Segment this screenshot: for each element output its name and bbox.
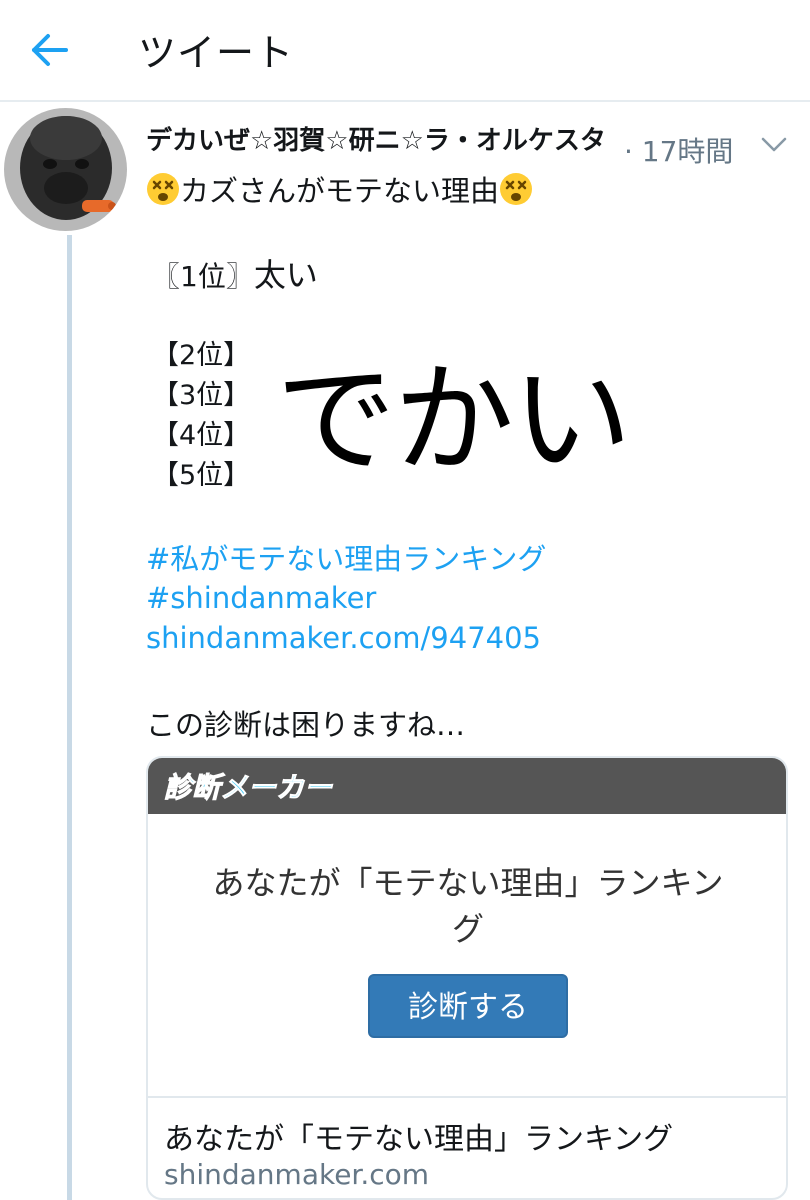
dizzy-face-emoji-icon [500,173,533,205]
back-arrow-icon[interactable] [28,28,72,72]
card-domain: shindanmaker.com [164,1158,430,1191]
rank-2-label: 【2位】 [152,340,251,371]
tweet-first-text: カズさんがモテない理由 [180,174,500,208]
card-preview-image: あなたが「モテない理由」ランキング 診断する [148,814,786,1098]
rank-1-label: 〖1位〗 [152,260,254,293]
hashtag-shindanmaker-link[interactable]: #shindanmaker [146,581,376,615]
header-divider [0,100,810,102]
card-title: あなたが「モテない理由」ランキング [164,1122,674,1157]
tweet-first-line: カズさんがモテない理由 [146,168,533,210]
rank-1-line: 〖1位〗太い [152,250,318,296]
hashtag-link[interactable]: #私がモテない理由ランキング [146,536,546,578]
header-bar: ツイート [0,0,810,100]
rank-1-value: 太い [253,256,318,294]
card-preview-title: あなたが「モテない理由」ランキング [212,864,724,948]
shindanmaker-url-link[interactable]: shindanmaker.com/947405 [146,621,541,655]
page-title: ツイート [138,31,295,75]
chevron-down-icon[interactable] [760,136,788,154]
link-card[interactable]: 診断メーカー あなたが「モテない理由」ランキング 診断する あなたが「モテない理… [146,756,788,1200]
rank-4-label: 【4位】 [152,420,251,451]
avatar[interactable] [4,108,127,231]
card-banner: 診断メーカー [148,758,786,814]
diagnose-button[interactable]: 診断する [368,974,568,1038]
card-site-logo: 診断メーカー [163,771,333,805]
rank-list: 【2位】 【3位】 【4位】 【5位】 [152,336,250,496]
rank-5-label: 【5位】 [152,460,251,491]
tweet-comment: この診断は困りますね… [146,708,466,742]
dizzy-face-emoji-icon [147,173,179,205]
thread-line [67,235,72,1200]
ranks-value-large: でかい [276,351,632,490]
rank-3-label: 【3位】 [152,380,251,411]
timestamp[interactable]: · 17時間 [624,130,733,170]
display-name[interactable]: デカいぜ☆羽賀☆研ニ☆ラ・オルケスタ [146,120,606,157]
